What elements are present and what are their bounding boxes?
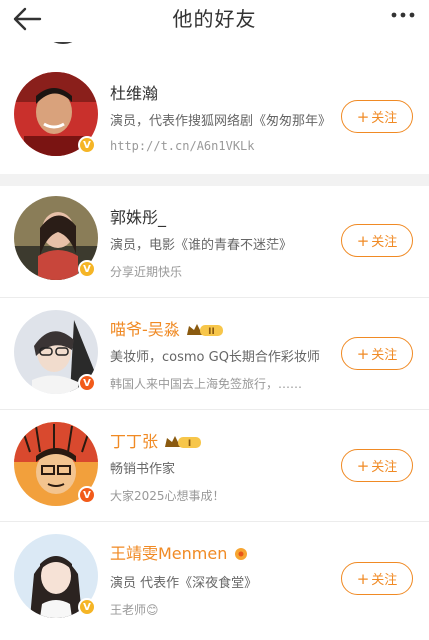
follow-button[interactable]: + 关注 [341, 562, 413, 595]
friend-description: 畅销书作家 [110, 462, 176, 477]
friend-description: 美妆师，cosmo GQ长期合作彩妆师 [110, 350, 320, 365]
verified-v-icon: V [78, 374, 96, 392]
follow-button-label: 关注 [371, 460, 398, 475]
follow-button[interactable]: + 关注 [341, 224, 413, 257]
more-dots-icon[interactable] [389, 8, 417, 22]
friend-status: 分享近期快乐 [110, 265, 183, 279]
follow-button-label: 关注 [371, 111, 398, 126]
plus-icon: + [356, 231, 370, 250]
list-item[interactable]: V 喵爷-吴淼 II 美妆师，cosmo GQ长期合作彩妆师 韩国人来中国去上海免… [0, 298, 429, 410]
vip-crown-icon: II [186, 323, 223, 337]
follow-button-label: 关注 [371, 573, 398, 588]
flower-badge-icon [235, 547, 248, 560]
follow-button[interactable]: + 关注 [341, 100, 413, 133]
svg-text:II: II [208, 327, 215, 337]
top-bar: 他的好友 [0, 0, 429, 42]
friend-status: 韩国人来中国去上海免签旅行，…… [110, 377, 303, 391]
plus-icon: + [356, 569, 370, 588]
friend-name[interactable]: 杜维瀚 [110, 80, 158, 104]
friend-name-text: 喵爷-吴淼 [110, 320, 180, 339]
friend-description: 演员，代表作搜狐网络剧《匆匆那年》 [110, 114, 332, 129]
friend-link[interactable]: http://t.cn/A6n1VKLk [110, 139, 332, 153]
friend-name[interactable]: 丁丁张 I [110, 428, 202, 452]
plus-icon: + [356, 456, 370, 475]
friend-name[interactable]: 王靖雯Menmen [110, 540, 249, 564]
list-item[interactable]: V 王靖雯Menmen 演员 代表作《深夜食堂》 王老师😊 + 关注 [0, 522, 429, 640]
friend-name[interactable]: 郭姝彤_ [110, 204, 166, 228]
plus-icon: + [356, 344, 370, 363]
vip-crown-icon: I [165, 435, 202, 449]
page-title: 他的好友 [172, 7, 257, 31]
follow-button[interactable]: + 关注 [341, 449, 413, 482]
friend-status: 大家2025心想事成！ [110, 489, 225, 503]
friend-status: 王老师😊 [110, 603, 159, 617]
plus-icon: + [356, 107, 370, 126]
section-divider [0, 174, 429, 186]
friend-name-text: 王靖雯Menmen [110, 544, 228, 563]
friend-description: 演员 代表作《深夜食堂》 [110, 576, 258, 591]
verified-v-icon: V [78, 260, 96, 278]
friend-name-text: 丁丁张 [110, 432, 159, 451]
svg-text:I: I [188, 439, 191, 449]
friend-name[interactable]: 喵爷-吴淼 II [110, 316, 224, 340]
follow-button[interactable]: + 关注 [341, 337, 413, 370]
verified-v-icon: V [78, 136, 96, 154]
follow-button-label: 关注 [371, 235, 398, 250]
friend-description: 演员，电影《谁的青春不迷茫》 [110, 238, 293, 253]
list-item[interactable]: V 丁丁张 I 畅销书作家 大家2025心想事成！ + 关注 [0, 410, 429, 522]
list-item[interactable]: V 郭姝彤_ 演员，电影《谁的青春不迷茫》 分享近期快乐 + 关注 [0, 186, 429, 298]
follow-button-label: 关注 [371, 348, 398, 363]
verified-v-icon: V [78, 598, 96, 616]
list-item[interactable]: V 杜维瀚 演员，代表作搜狐网络剧《匆匆那年》 http://t.cn/A6n1… [0, 42, 429, 174]
verified-v-icon: V [78, 486, 96, 504]
